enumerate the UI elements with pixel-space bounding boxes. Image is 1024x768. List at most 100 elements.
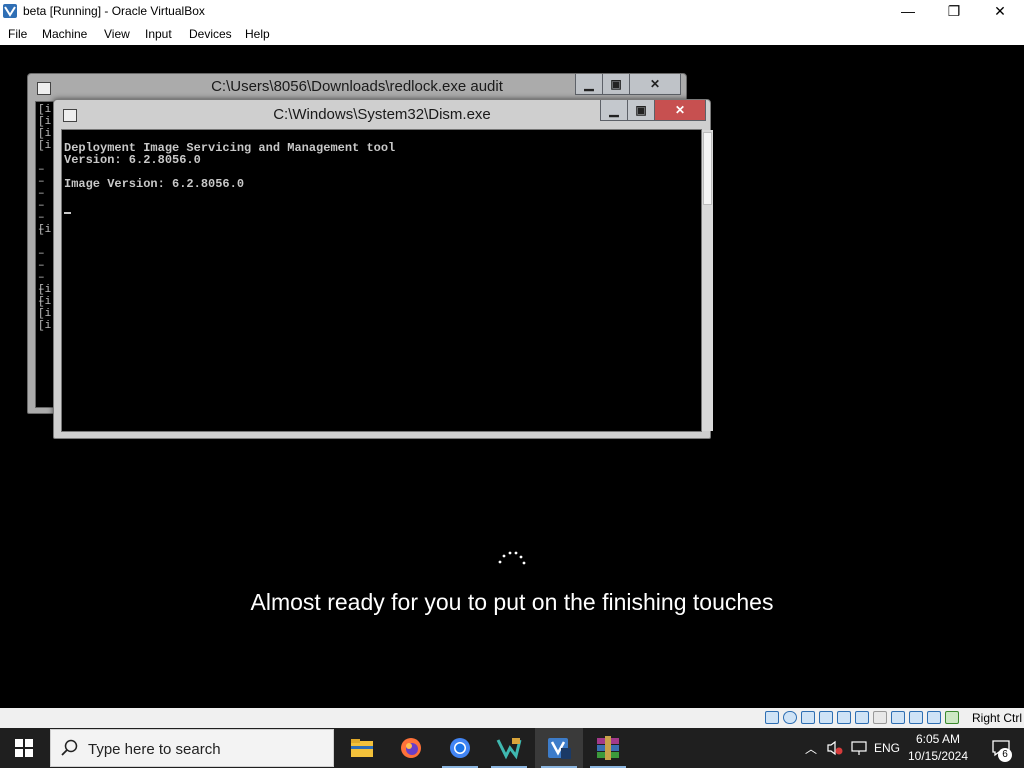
audio-icon[interactable] xyxy=(801,711,815,724)
shared-folders-icon[interactable] xyxy=(855,711,869,724)
console-line: – xyxy=(38,176,45,188)
display-icon[interactable] xyxy=(873,711,887,724)
virtualbox-menubar: File Machine View Input Devices Help xyxy=(0,22,1024,45)
console-line: [i xyxy=(38,296,52,308)
taskbar-winrar[interactable] xyxy=(584,728,632,768)
show-hidden-icons-button[interactable]: ︿ xyxy=(800,728,822,768)
usb-icon[interactable] xyxy=(837,711,851,724)
taskbar-search-box[interactable]: Type here to search xyxy=(50,729,334,767)
console-line: Version: 6.2.8056.0 xyxy=(64,153,201,167)
mouse-integration-icon[interactable] xyxy=(927,711,941,724)
menu-machine[interactable]: Machine xyxy=(42,27,87,41)
maximize-icon: ❐ xyxy=(947,2,961,19)
console-line: – xyxy=(38,188,45,200)
volume-muted-icon xyxy=(827,740,843,756)
setup-status-message: Almost ready for you to put on the finis… xyxy=(250,589,774,615)
loading-spinner-icon xyxy=(498,551,526,565)
close-icon: ✕ xyxy=(674,103,686,117)
console-line: [i xyxy=(38,308,52,320)
console-line: – xyxy=(38,200,45,212)
redlock-maximize-button[interactable]: ▣ xyxy=(602,74,630,95)
volume-button[interactable] xyxy=(824,728,846,768)
console-line: – xyxy=(38,164,45,176)
taskbar-firefox[interactable] xyxy=(387,728,435,768)
start-button[interactable] xyxy=(0,728,48,768)
console-line: [i xyxy=(38,284,52,296)
network-icon[interactable] xyxy=(819,711,833,724)
search-placeholder: Type here to search xyxy=(88,741,221,758)
dism-close-button[interactable]: ✕ xyxy=(654,100,706,121)
taskbar-virtualbox[interactable] xyxy=(535,728,583,768)
menu-input[interactable]: Input xyxy=(145,27,172,41)
taskbar-visual-studio[interactable] xyxy=(485,728,533,768)
minimize-icon: ▁ xyxy=(584,77,594,91)
firefox-icon xyxy=(401,738,421,758)
console-line: [i xyxy=(38,116,52,128)
video-capture-icon[interactable] xyxy=(891,711,905,724)
taskbar: Type here to search ︿ ENG 6:05 AM 10/15/… xyxy=(0,728,1024,768)
virtualbox-icon xyxy=(548,738,571,759)
taskbar-file-explorer[interactable] xyxy=(338,728,386,768)
minimize-icon: ▁ xyxy=(609,103,619,117)
dism-console-output[interactable]: Deployment Image Servicing and Managemen… xyxy=(61,129,713,432)
console-line: [i xyxy=(38,140,52,152)
folder-icon xyxy=(351,739,373,757)
close-icon: ✕ xyxy=(994,2,1006,19)
dism-minimize-button[interactable]: ▁ xyxy=(600,100,628,121)
console-line: [i xyxy=(38,128,52,140)
virtualbox-titlebar: beta [Running] - Oracle VirtualBox — ❐ ✕ xyxy=(0,0,1024,22)
console-scrollbar[interactable] xyxy=(702,130,713,431)
console-line: [i xyxy=(38,104,52,116)
keyboard-capture-icon[interactable] xyxy=(945,711,959,724)
network-button[interactable] xyxy=(848,728,870,768)
language-indicator: ENG xyxy=(873,741,900,755)
maximize-icon: ▣ xyxy=(610,77,622,91)
chevron-up-icon: ︿ xyxy=(804,741,817,756)
minimize-button[interactable]: — xyxy=(885,0,931,22)
clock-date: 10/15/2024 xyxy=(907,749,969,763)
dism-console-window[interactable]: C:\Windows\System32\Dism.exe ▁ ▣ ✕ Deplo… xyxy=(53,99,713,439)
close-button[interactable]: ✕ xyxy=(977,0,1023,22)
console-line: Image Version: 6.2.8056.0 xyxy=(64,177,245,191)
maximize-icon: ▣ xyxy=(635,103,647,117)
maximize-button[interactable]: ❐ xyxy=(931,0,977,22)
console-line: – xyxy=(38,272,45,284)
action-center-button[interactable]: 6 xyxy=(981,728,1021,768)
network-icon xyxy=(851,741,867,755)
scrollbar-thumb[interactable] xyxy=(703,132,712,205)
hard-disk-icon[interactable] xyxy=(765,711,779,724)
menu-file[interactable]: File xyxy=(8,27,27,41)
console-line: – xyxy=(38,248,45,260)
input-language-button[interactable]: ENG xyxy=(872,728,902,768)
search-icon xyxy=(61,739,78,756)
menu-help[interactable]: Help xyxy=(245,27,270,41)
console-line: [i xyxy=(38,224,52,236)
virtualbox-app-icon xyxy=(3,4,17,18)
chrome-icon xyxy=(450,738,470,758)
redlock-close-button[interactable]: ✕ xyxy=(629,74,681,95)
console-output-text: Deployment Image Servicing and Managemen… xyxy=(64,142,395,190)
window-title: beta [Running] - Oracle VirtualBox xyxy=(23,4,205,18)
visual-studio-icon xyxy=(496,738,522,760)
windows-logo-icon xyxy=(15,739,33,757)
notification-count-badge: 6 xyxy=(998,748,1012,762)
console-cursor xyxy=(64,212,71,214)
menu-view[interactable]: View xyxy=(104,27,130,41)
guest-screen[interactable]: C:\Users\8056\Downloads\redlock.exe audi… xyxy=(0,45,1024,708)
minimize-icon: — xyxy=(901,3,915,19)
redlock-minimize-button[interactable]: ▁ xyxy=(575,74,603,95)
console-line: – xyxy=(38,260,45,272)
virtualbox-statusbar: Right Ctrl xyxy=(0,708,1024,728)
close-icon: ✕ xyxy=(649,77,661,91)
taskbar-chrome[interactable] xyxy=(436,728,484,768)
winrar-icon xyxy=(597,736,619,760)
cpu-icon[interactable] xyxy=(909,711,923,724)
host-key-label: Right Ctrl xyxy=(972,711,1023,725)
taskbar-clock[interactable]: 6:05 AM 10/15/2024 xyxy=(903,731,973,765)
menu-devices[interactable]: Devices xyxy=(189,27,232,41)
console-line: – xyxy=(38,212,45,224)
dism-maximize-button[interactable]: ▣ xyxy=(627,100,655,121)
optical-drive-icon[interactable] xyxy=(783,711,797,724)
console-line: [i xyxy=(38,320,52,332)
clock-time: 6:05 AM xyxy=(915,732,961,746)
